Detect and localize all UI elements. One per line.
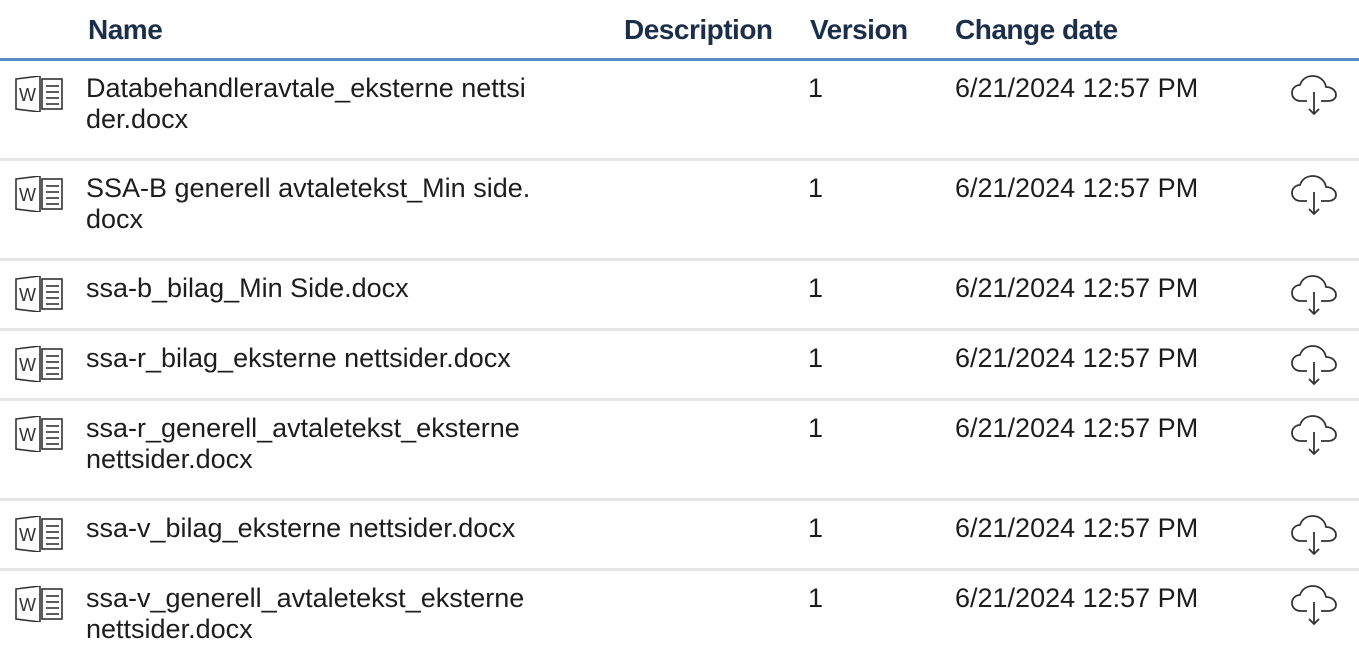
svg-text:W: W	[19, 595, 36, 615]
word-doc-icon: W	[14, 275, 66, 313]
file-change-date: 6/21/2024 12:57 PM	[955, 513, 1199, 543]
file-version: 1	[808, 583, 824, 613]
word-doc-icon: W	[14, 175, 66, 213]
table-row: W ssa-r_generell_avtaletekst_eksterne ne…	[0, 401, 1359, 501]
file-change-date: 6/21/2024 12:57 PM	[955, 583, 1199, 613]
column-header-description[interactable]: Description	[624, 14, 773, 46]
file-name[interactable]: ssa-b_bilag_Min Side.docx	[86, 273, 611, 304]
file-version: 1	[808, 73, 824, 103]
svg-text:W: W	[19, 185, 36, 205]
svg-text:W: W	[19, 425, 36, 445]
column-header-change-date[interactable]: Change date	[955, 14, 1118, 46]
file-name-line-1: ssa-r_bilag_eksterne nettsider.docx	[86, 343, 511, 373]
table-row: W Databehandleravtale_eksterne nettsi de…	[0, 61, 1359, 161]
cloud-download-icon[interactable]	[1290, 74, 1340, 118]
word-doc-icon: W	[14, 415, 66, 453]
file-version: 1	[808, 413, 824, 443]
file-name[interactable]: ssa-r_generell_avtaletekst_eksterne nett…	[86, 413, 611, 475]
file-name-line-1: ssa-b_bilag_Min Side.docx	[86, 273, 409, 303]
svg-text:W: W	[19, 355, 36, 375]
svg-text:W: W	[19, 85, 36, 105]
table-row: W SSA-B generell avtaletekst_Min side. d…	[0, 161, 1359, 261]
file-name-line-2: nettsider.docx	[86, 444, 253, 474]
svg-text:W: W	[19, 525, 36, 545]
file-name[interactable]: ssa-v_bilag_eksterne nettsider.docx	[86, 513, 611, 544]
file-change-date: 6/21/2024 12:57 PM	[955, 273, 1199, 303]
file-name[interactable]: ssa-v_generell_avtaletekst_eksterne nett…	[86, 583, 611, 645]
word-doc-icon: W	[14, 585, 66, 623]
word-doc-icon: W	[14, 345, 66, 383]
table-row: W ssa-v_generell_avtaletekst_eksterne ne…	[0, 571, 1359, 668]
file-name-line-1: ssa-v_generell_avtaletekst_eksterne	[86, 583, 525, 613]
table-row: W ssa-v_bilag_eksterne nettsider.docx 1 …	[0, 501, 1359, 571]
word-doc-icon: W	[14, 75, 66, 113]
file-change-date: 6/21/2024 12:57 PM	[955, 73, 1199, 103]
file-table: Name Description Version Change date W D…	[0, 0, 1359, 668]
cloud-download-icon[interactable]	[1290, 514, 1340, 558]
cloud-download-icon[interactable]	[1290, 344, 1340, 388]
file-name-line-1: ssa-r_generell_avtaletekst_eksterne	[86, 413, 520, 443]
file-version: 1	[808, 173, 824, 203]
file-version: 1	[808, 343, 824, 373]
column-header-name[interactable]: Name	[88, 14, 163, 46]
file-name-line-2: der.docx	[86, 104, 189, 134]
file-version: 1	[808, 273, 824, 303]
file-name-line-2: nettsider.docx	[86, 614, 253, 644]
file-change-date: 6/21/2024 12:57 PM	[955, 173, 1199, 203]
word-doc-icon: W	[14, 515, 66, 553]
file-version: 1	[808, 513, 824, 543]
table-header: Name Description Version Change date	[0, 0, 1359, 61]
column-header-version[interactable]: Version	[810, 14, 908, 46]
file-change-date: 6/21/2024 12:57 PM	[955, 343, 1199, 373]
file-name-line-2: docx	[86, 204, 144, 234]
file-name-line-1: SSA-B generell avtaletekst_Min side.	[86, 173, 531, 203]
file-name-line-1: ssa-v_bilag_eksterne nettsider.docx	[86, 513, 516, 543]
cloud-download-icon[interactable]	[1290, 584, 1340, 628]
table-row: W ssa-b_bilag_Min Side.docx 1 6/21/2024 …	[0, 261, 1359, 331]
table-row: W ssa-r_bilag_eksterne nettsider.docx 1 …	[0, 331, 1359, 401]
svg-text:W: W	[19, 285, 36, 305]
file-name[interactable]: Databehandleravtale_eksterne nettsi der.…	[86, 73, 611, 135]
file-change-date: 6/21/2024 12:57 PM	[955, 413, 1199, 443]
file-name-line-1: Databehandleravtale_eksterne nettsi	[86, 73, 526, 103]
file-name[interactable]: SSA-B generell avtaletekst_Min side. doc…	[86, 173, 611, 235]
cloud-download-icon[interactable]	[1290, 174, 1340, 218]
cloud-download-icon[interactable]	[1290, 414, 1340, 458]
cloud-download-icon[interactable]	[1290, 274, 1340, 318]
file-name[interactable]: ssa-r_bilag_eksterne nettsider.docx	[86, 343, 611, 374]
